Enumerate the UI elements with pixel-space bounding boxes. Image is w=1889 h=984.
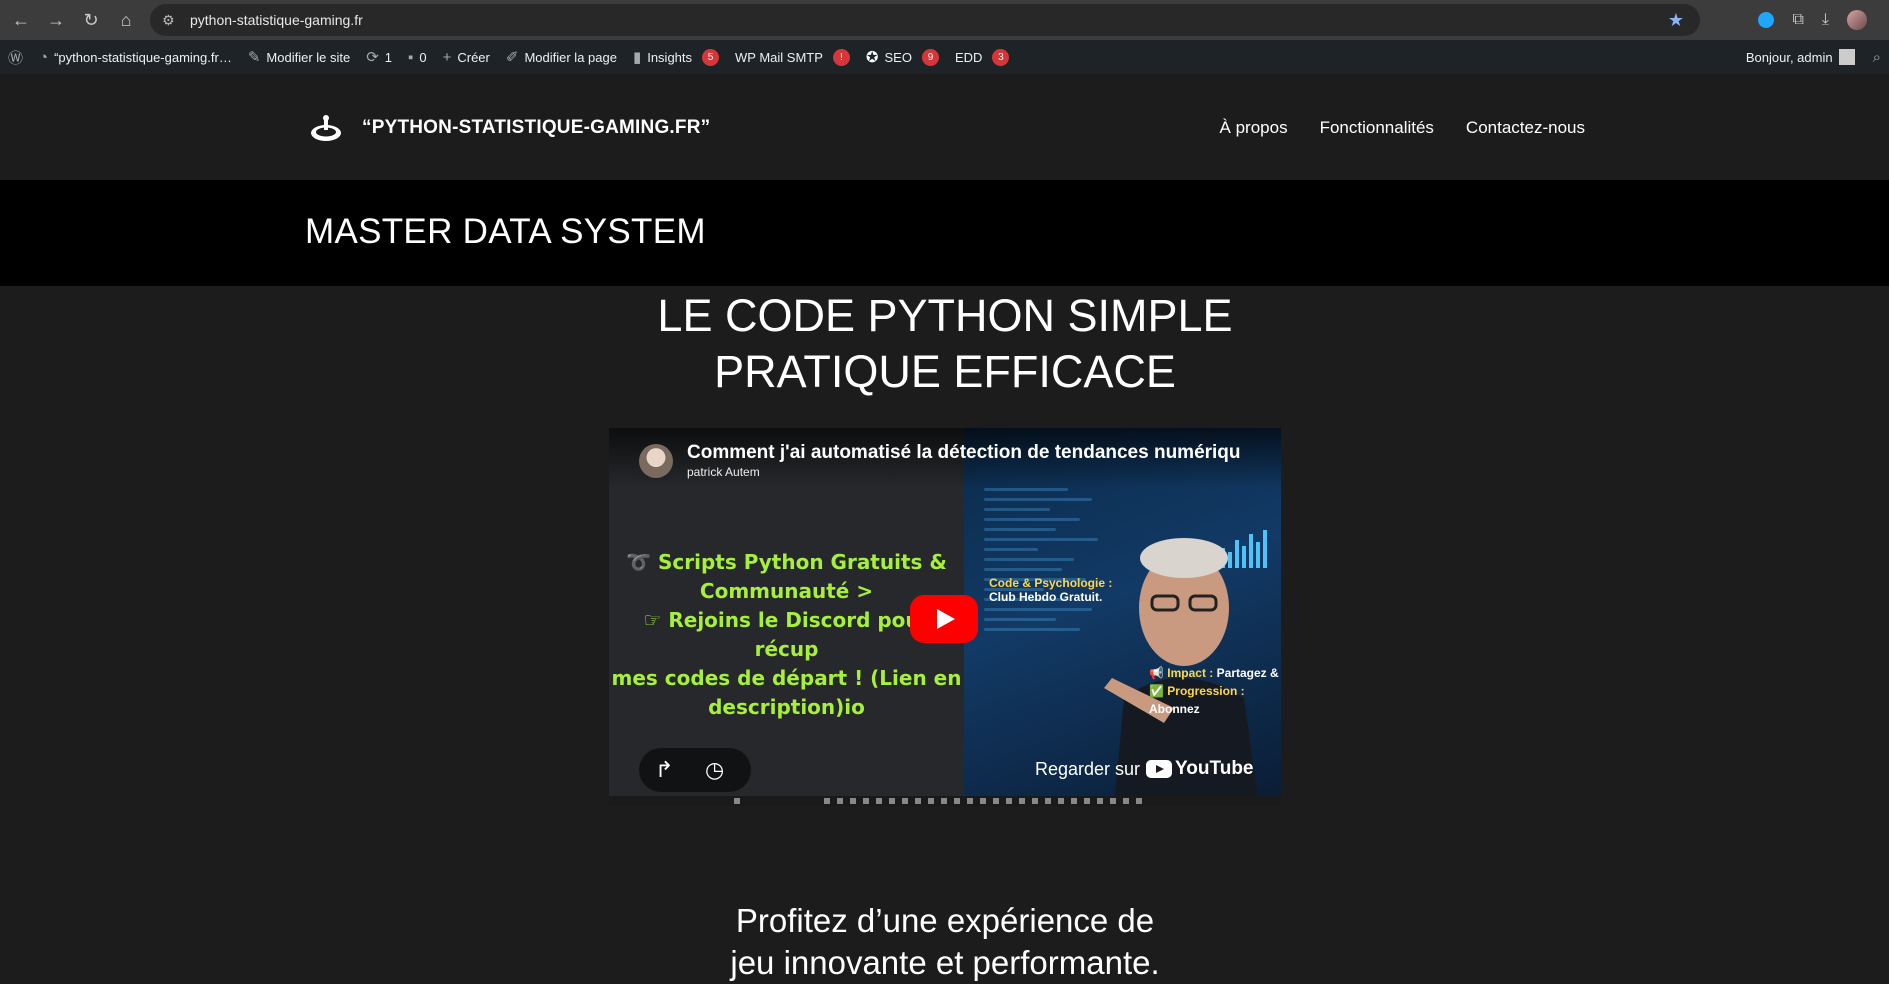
extension-icon[interactable]	[1758, 12, 1775, 28]
tag1-highlight: Code & Psychologie :	[989, 576, 1113, 590]
wp-logo-menu[interactable]: Ⓦ	[0, 40, 31, 74]
ab-site-name-label: “python-statistique-gaming.fr…	[54, 49, 232, 65]
updates-icon: ⟳	[366, 49, 379, 66]
ab-comments[interactable]: ▪ 0	[400, 40, 435, 74]
menu-item-features[interactable]: Fonctionnalités	[1320, 118, 1434, 138]
wp-admin-bar: Ⓦ ◔ “python-statistique-gaming.fr… ✎ Modif…	[0, 40, 1889, 74]
forward-arrow-icon[interactable]: →	[42, 6, 70, 34]
page-title-band: MASTER DATA SYSTEM	[0, 180, 1889, 286]
tag2-line1-highlight: 📢 Impact :	[1149, 666, 1214, 680]
wp-mail-badge: !	[832, 48, 850, 66]
tag2-line2-highlight: ✅ Progression :	[1149, 684, 1245, 698]
search-icon[interactable]: ⌕	[1873, 49, 1881, 66]
ab-customize[interactable]: ✎ Modifier le site	[240, 40, 358, 74]
roulette-logo-icon[interactable]	[310, 114, 342, 142]
tag2-line1-text: Partagez &	[1216, 666, 1279, 680]
extensions-puzzle-icon[interactable]: ⧉	[1792, 11, 1803, 29]
seo-gear-icon: ✪	[865, 49, 879, 66]
admin-avatar	[1838, 49, 1855, 65]
ab-wp-mail-label: WP Mail SMTP	[735, 49, 823, 65]
ab-new-label: Créer	[457, 49, 490, 65]
ab-site-name[interactable]: ◔ “python-statistique-gaming.fr…	[31, 40, 240, 74]
video-channel[interactable]: patrick Autem	[687, 465, 760, 479]
video-tag-code-psychology: Code & Psychologie : Club Hebdo Gratuit.	[989, 576, 1112, 604]
watch-later-icon[interactable]: ◷	[705, 757, 724, 783]
menu-item-about[interactable]: À propos	[1220, 118, 1288, 138]
bookmark-star-icon[interactable]: ★	[1668, 10, 1684, 31]
site-info-icon[interactable]: ⚙	[162, 12, 180, 29]
wordpress-logo-icon: Ⓦ	[8, 49, 24, 67]
ab-greeting: Bonjour, admin	[1745, 49, 1833, 65]
section-subtitle: Profitez d’une expérience de jeu innovan…	[645, 900, 1245, 984]
subtitle-line-1: Profitez d’une expérience de	[735, 902, 1155, 939]
ab-comments-count: 0	[419, 49, 427, 65]
address-url[interactable]: python-statistique-gaming.fr	[190, 12, 363, 28]
ab-seo[interactable]: ✪ SEO 9	[858, 40, 947, 74]
reload-icon[interactable]: ↻	[77, 6, 105, 34]
subtitle-line-2: jeu innovante et performante.	[730, 944, 1160, 981]
primary-menu: À propos Fonctionnalités Contactez-nous	[1220, 118, 1585, 138]
ab-my-account[interactable]: Bonjour, admin	[1738, 40, 1863, 74]
ab-seo-label: SEO	[884, 49, 912, 65]
share-icon[interactable]: ↱	[655, 757, 673, 783]
site-header: “PYTHON-STATISTIQUE-GAMING.FR” À propos …	[0, 74, 1889, 180]
ab-wp-mail-smtp[interactable]: WP Mail SMTP!	[727, 40, 858, 74]
youtube-play-icon	[1146, 760, 1173, 778]
ab-edit-label: Modifier la page	[524, 49, 617, 65]
video-title[interactable]: Comment j'ai automatisé la détection de …	[687, 442, 1241, 464]
headline-line-1: LE CODE PYTHON SIMPLE	[657, 290, 1233, 341]
menu-item-contact[interactable]: Contactez-nous	[1466, 118, 1585, 138]
ab-customize-label: Modifier le site	[266, 49, 351, 65]
ab-new-content[interactable]: + Créer	[435, 40, 498, 74]
ab-updates-count: 1	[384, 49, 393, 65]
youtube-embed[interactable]: Code & Psychologie : Club Hebdo Gratuit.…	[609, 428, 1281, 806]
seo-badge: 9	[921, 48, 939, 66]
ab-edd[interactable]: EDD 3	[947, 40, 1017, 74]
ab-insights-label: Insights	[647, 49, 693, 65]
address-bar[interactable]: ⚙ python-statistique-gaming.fr ★	[150, 4, 1700, 36]
dashboard-icon: ◔	[39, 48, 49, 66]
paintbrush-icon: ✎	[247, 49, 261, 66]
tag2-line2-text: Abonnez	[1149, 702, 1200, 716]
video-actions: ↱ ◷	[639, 748, 751, 792]
back-arrow-icon[interactable]: ←	[7, 6, 35, 34]
video-tag-impact: 📢 Impact : Partagez & ✅ Progression : Ab…	[1149, 664, 1281, 718]
comment-icon: ▪	[408, 48, 414, 66]
play-button[interactable]	[910, 595, 978, 643]
main-headline: LE CODE PYTHON SIMPLE PRATIQUE EFFICACE	[545, 288, 1345, 400]
thumbnail-taskbar	[609, 796, 1281, 806]
watch-on-label: Regarder sur	[1035, 758, 1141, 779]
pencil-icon: ✐	[505, 49, 519, 66]
ab-edit-page[interactable]: ✐ Modifier la page	[498, 40, 625, 74]
ab-insights[interactable]: ▮ Insights 5	[625, 40, 727, 74]
watch-on-youtube-link[interactable]: Regarder sur YouTube	[1035, 758, 1254, 780]
page-title: MASTER DATA SYSTEM	[305, 212, 706, 251]
bar-chart-icon: ▮	[632, 49, 642, 66]
site-title[interactable]: “PYTHON-STATISTIQUE-GAMING.FR”	[362, 117, 710, 139]
download-icon[interactable]: ⤓	[1822, 11, 1829, 29]
home-icon[interactable]: ⌂	[112, 6, 140, 34]
youtube-logo: YouTube	[1146, 758, 1254, 780]
code-decoration	[984, 488, 1104, 638]
overlay-line-5: description)io	[708, 695, 865, 719]
edd-badge: 3	[992, 48, 1010, 66]
headline-line-2: PRATIQUE EFFICACE	[714, 346, 1176, 397]
plus-icon: +	[442, 48, 452, 66]
browser-toolbar: ← → ↻ ⌂ ⚙ python-statistique-gaming.fr ★…	[0, 0, 1889, 40]
tag1-text: Club Hebdo Gratuit.	[989, 590, 1103, 604]
overlay-line-1: ➰ Scripts Python Gratuits &	[626, 550, 947, 574]
profile-avatar[interactable]	[1847, 10, 1867, 30]
youtube-wordmark: YouTube	[1175, 758, 1254, 779]
channel-avatar[interactable]	[639, 444, 673, 478]
ab-updates[interactable]: ⟳ 1	[358, 40, 400, 74]
overlay-line-4: mes codes de départ ! (Lien en	[611, 666, 962, 690]
insights-badge: 5	[702, 48, 720, 66]
ab-edd-label: EDD	[954, 49, 983, 65]
